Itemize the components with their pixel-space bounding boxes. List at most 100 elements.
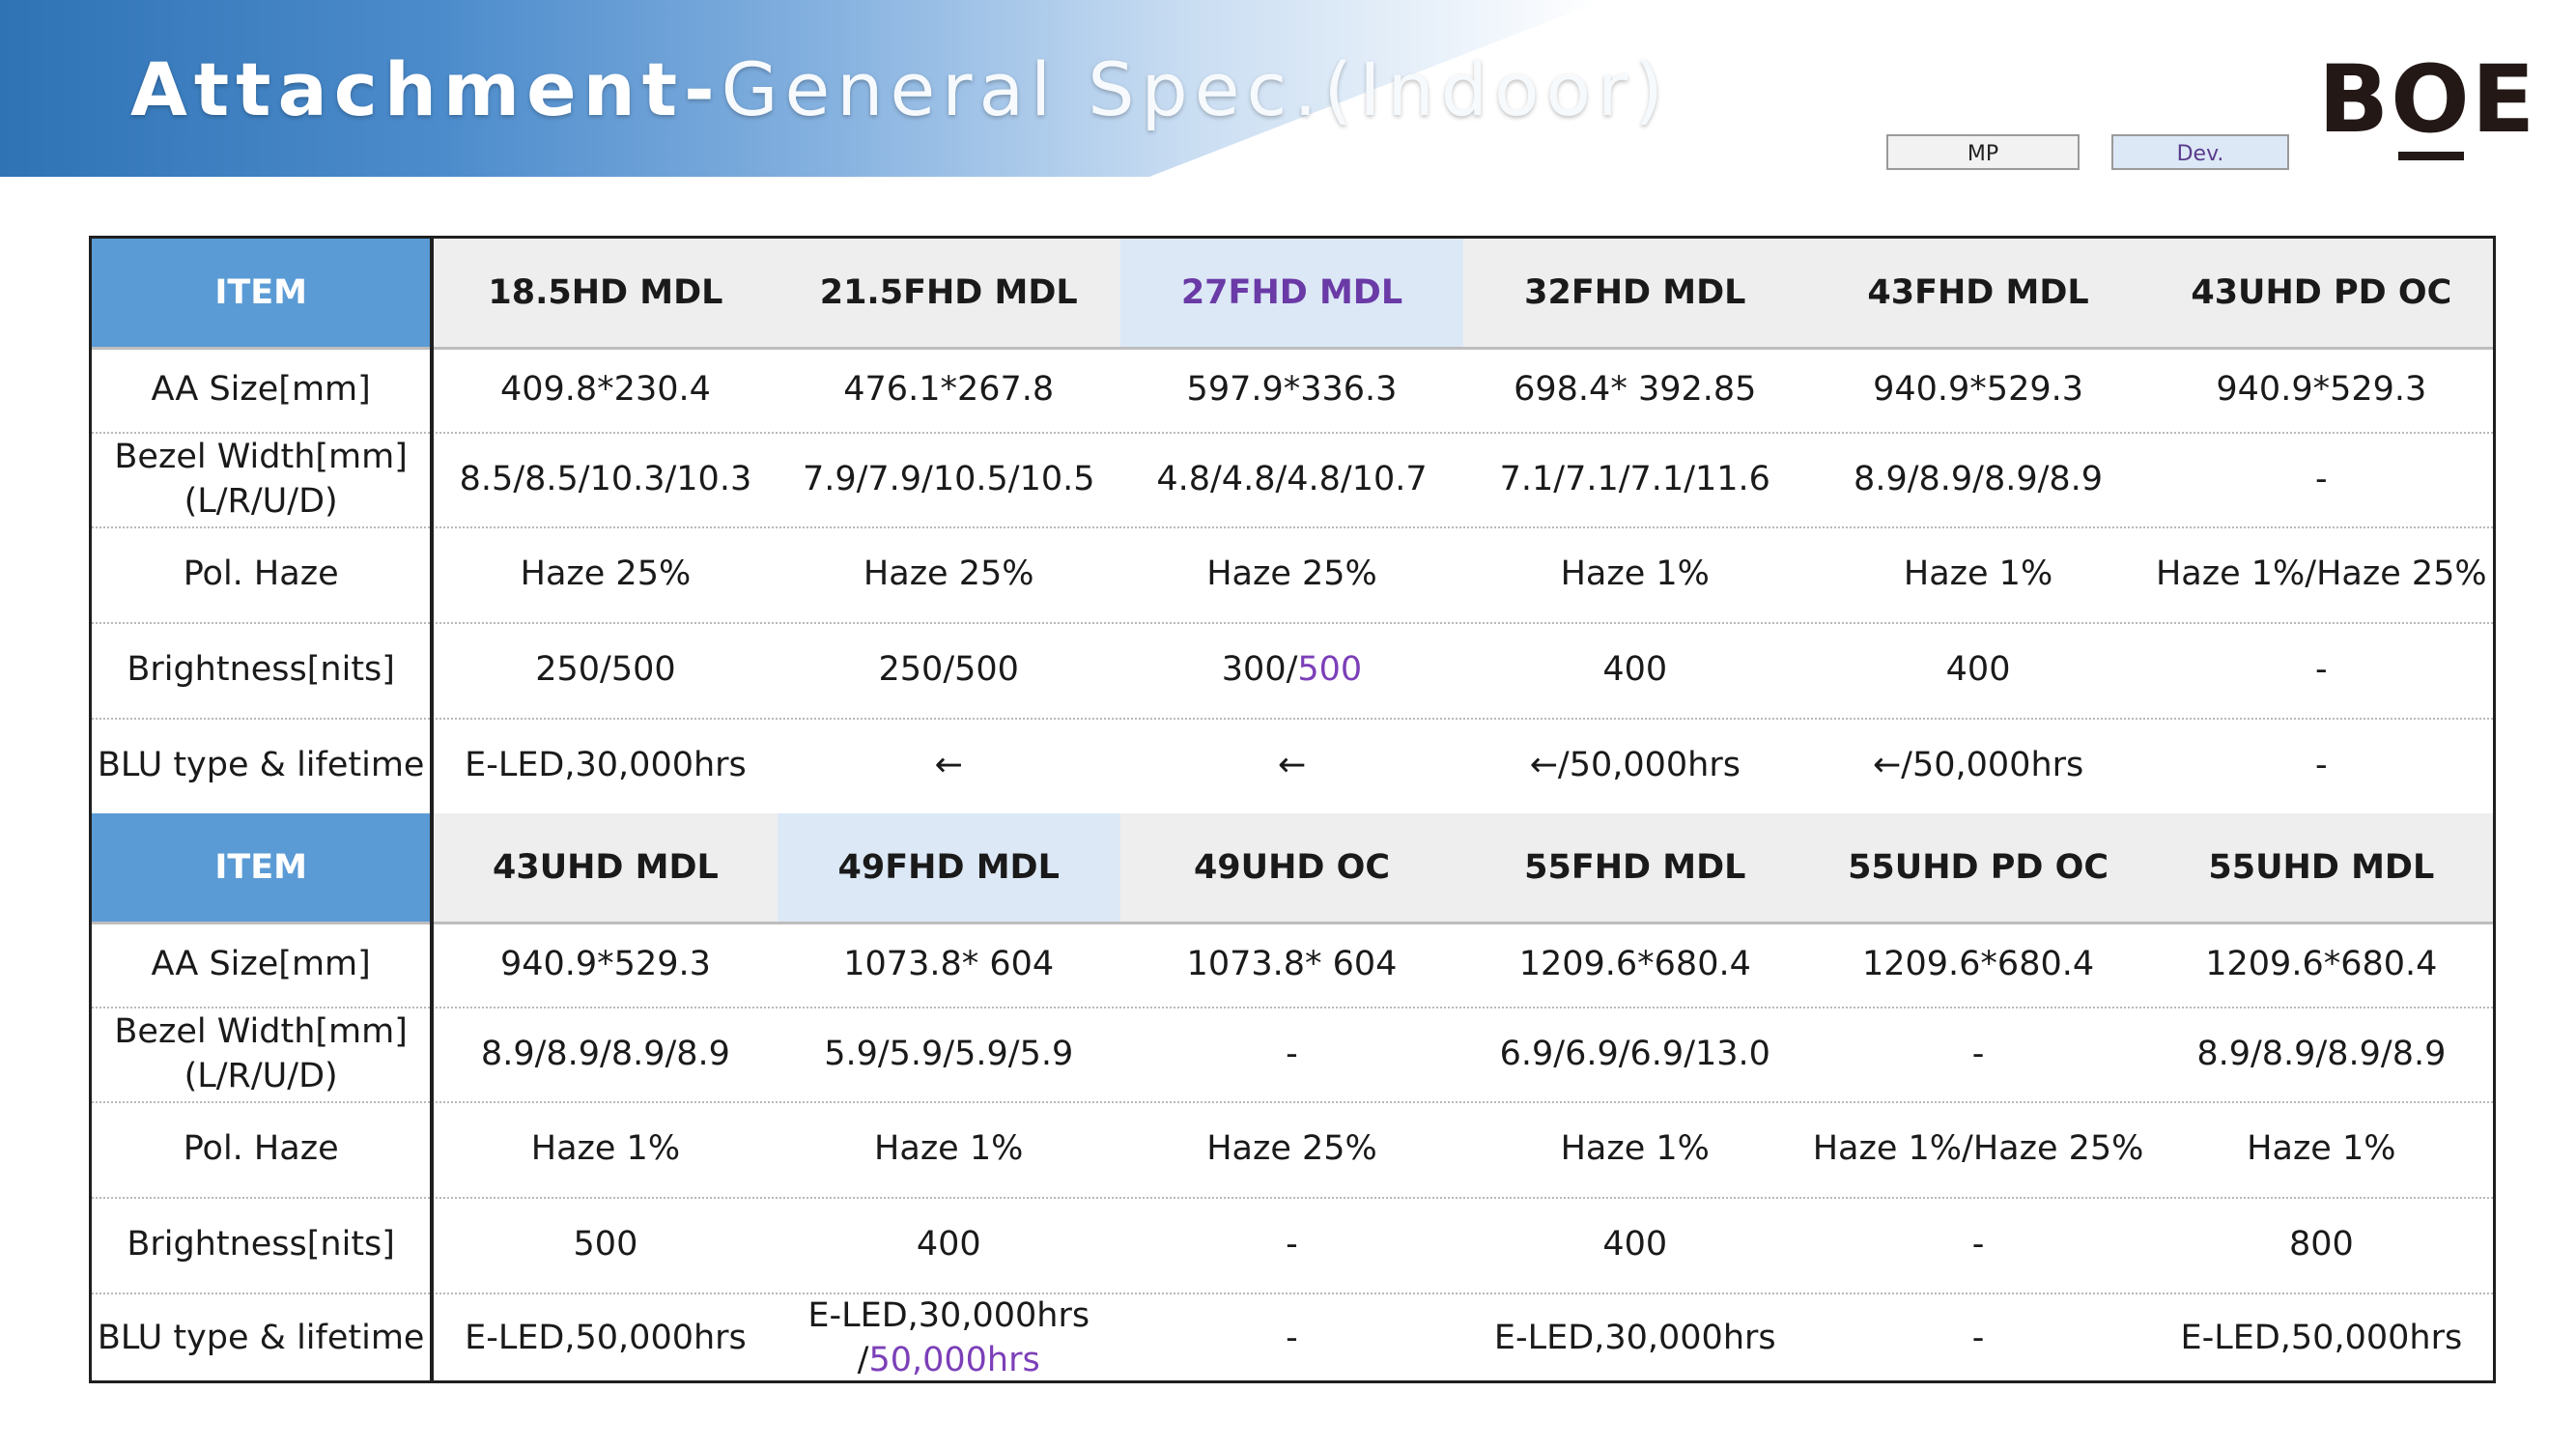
dev-value: 50,000hrs (868, 1341, 1040, 1379)
table1-item-header: ITEM (92, 239, 435, 347)
table-cell: 8.9/8.9/8.9/8.9 (1854, 459, 2104, 498)
table-cell: 940.9*529.3 (2216, 369, 2427, 409)
table-cell: Haze 1%/Haze 25% (1812, 1129, 2144, 1168)
table-cell: 476.1*267.8 (843, 369, 1055, 409)
row-label: Brightness[nits] (92, 1197, 435, 1293)
table-cell: Haze 25% (1206, 554, 1377, 593)
table-cell: - (1971, 1225, 1985, 1264)
table-cell: Haze 25% (520, 554, 692, 593)
table2-col-header: 43UHD MDL (493, 847, 719, 887)
table2-col-header: 55UHD MDL (2208, 847, 2435, 887)
table-cell: E-LED,30,000hrs (1493, 1318, 1776, 1357)
blu-split: E-LED,30,000hrs /50,000hrs (807, 1296, 1090, 1379)
row-label: Pol. Haze (92, 1101, 435, 1197)
table-cell: 1209.6*680.4 (1861, 944, 2095, 983)
table-cell: E-LED,50,000hrs (2180, 1318, 2463, 1357)
table-cell: - (2315, 459, 2328, 498)
table-cell: 597.9*336.3 (1186, 369, 1398, 409)
table-cell: 400 (1602, 1225, 1668, 1264)
table-cell: Haze 1% (874, 1129, 1024, 1168)
row-label: AA Size[mm] (92, 922, 435, 1007)
table-cell: 7.1/7.1/7.1/11.6 (1499, 459, 1770, 498)
table2-row-pol-haze: Pol. Haze Haze 1% Haze 1% Haze 25% Haze … (92, 1101, 2493, 1199)
dev-value: 500 (1297, 650, 1363, 689)
title-sub: General Spec.(Indoor) (721, 46, 1670, 132)
table1-row-brightness: Brightness[nits] 250/500 250/500 300/500… (92, 622, 2493, 720)
table-cell: 6.9/6.9/6.9/13.0 (1499, 1034, 1770, 1073)
table-cell: 8.9/8.9/8.9/8.9 (480, 1034, 730, 1073)
row-label-text: Bezel Width[mm] (L/R/U/D) (114, 438, 408, 521)
table-cell: 1209.6*680.4 (2205, 944, 2438, 983)
table-cell: 5.9/5.9/5.9/5.9 (824, 1034, 1074, 1073)
table-cell-mixed: 300/500 (1120, 622, 1463, 718)
table1-row-blu: BLU type & lifetime E-LED,30,000hrs ← ← … (92, 718, 2493, 816)
table2-item-header: ITEM (92, 813, 435, 922)
table-cell: - (2315, 746, 2328, 784)
table-cell-mixed: E-LED,30,000hrs /50,000hrs (778, 1293, 1120, 1383)
table-cell: - (1286, 1225, 1298, 1264)
table-cell: 400 (916, 1225, 981, 1264)
table-cell: 1209.6*680.4 (1518, 944, 1751, 983)
table-cell: ←/50,000hrs (1529, 746, 1741, 784)
table2-header-row: ITEM 43UHD MDL 49FHD MDL 49UHD OC 55FHD … (92, 813, 2493, 924)
page-title: Attachment-General Spec.(Indoor) (130, 37, 1670, 143)
row-label: Pol. Haze (92, 526, 435, 622)
row-label: Bezel Width[mm] (L/R/U/D) (92, 432, 435, 526)
table-cell: 940.9*529.3 (1873, 369, 2084, 409)
table2-row-blu: BLU type & lifetime E-LED,50,000hrs E-LE… (92, 1293, 2493, 1383)
table-cell: 1073.8* 604 (843, 944, 1055, 983)
row-label: BLU type & lifetime (92, 718, 435, 813)
table1-row-bezel: Bezel Width[mm] (L/R/U/D) 8.5/8.5/10.3/1… (92, 432, 2493, 528)
table-cell: 8.5/8.5/10.3/10.3 (459, 459, 752, 498)
table2-row-aa-size: AA Size[mm] 940.9*529.3 1073.8* 604 1073… (92, 922, 2493, 1009)
brightness-split: 300/500 (1221, 650, 1363, 689)
table2-col-header-dev: 49FHD MDL (777, 813, 1120, 922)
table2-row-bezel: Bezel Width[mm] (L/R/U/D) 8.9/8.9/8.9/8.… (92, 1007, 2493, 1103)
table-cell: - (1971, 1034, 1985, 1073)
logo-o-bar (2398, 152, 2464, 160)
legend-mp: MP (1886, 134, 2080, 170)
table-cell: - (1971, 1318, 1985, 1357)
table-cell: 500 (573, 1225, 638, 1264)
table2-row-brightness: Brightness[nits] 500 400 - 400 - 800 (92, 1197, 2493, 1294)
table2-col-header: 55FHD MDL (1524, 847, 1746, 887)
table2-col-header: 55UHD PD OC (1848, 847, 2109, 887)
table-cell: - (1286, 1318, 1298, 1357)
table1-col-header: 21.5FHD MDL (819, 272, 1078, 312)
table1-header-row: ITEM 18.5HD MDL 21.5FHD MDL 27FHD MDL 32… (92, 239, 2493, 350)
table-cell: 940.9*529.3 (499, 944, 711, 983)
table-cell: Haze 1% (1560, 554, 1710, 593)
table-cell: ← (1277, 746, 1307, 784)
table2-col-header: 49UHD OC (1193, 847, 1391, 887)
table1-row-pol-haze: Pol. Haze Haze 25% Haze 25% Haze 25% Haz… (92, 526, 2493, 624)
table1-col-header: 32FHD MDL (1524, 272, 1746, 312)
table-cell: E-LED,30,000hrs (465, 746, 747, 784)
table-cell: ← (934, 746, 963, 784)
table-cell: 250/500 (535, 650, 676, 689)
table-cell: Haze 1% (2247, 1129, 2396, 1168)
table1-row-aa-size: AA Size[mm] 409.8*230.4 476.1*267.8 597.… (92, 347, 2493, 434)
table1-col-header: 43FHD MDL (1867, 272, 2089, 312)
table-cell: 400 (1945, 650, 2011, 689)
row-label: Brightness[nits] (92, 622, 435, 718)
title-main: Attachment- (130, 46, 722, 132)
table-cell: 250/500 (878, 650, 1019, 689)
table-cell: 1073.8* 604 (1186, 944, 1398, 983)
table-cell: 409.8*230.4 (499, 369, 711, 409)
table-cell: 7.9/7.9/10.5/10.5 (802, 459, 1095, 498)
table1-col-header: 43UHD PD OC (2191, 272, 2452, 312)
table-cell: E-LED,50,000hrs (465, 1318, 747, 1357)
table-cell: Haze 25% (863, 554, 1034, 593)
table-cell: 4.8/4.8/4.8/10.7 (1156, 459, 1428, 498)
logo-o: O (2391, 46, 2472, 160)
boe-logo: BO E (2318, 46, 2536, 160)
table-cell: 698.4* 392.85 (1514, 369, 1757, 409)
spec-table: ITEM 18.5HD MDL 21.5FHD MDL 27FHD MDL 32… (89, 236, 2496, 1383)
table-cell: Haze 25% (1206, 1129, 1377, 1168)
table-cell: Haze 1%/Haze 25% (2155, 554, 2487, 593)
legend-dev: Dev. (2111, 134, 2289, 170)
table-cell: Haze 1% (1903, 554, 2053, 593)
table-cell: Haze 1% (1560, 1129, 1710, 1168)
table-cell: 800 (2288, 1225, 2354, 1264)
table-cell: 400 (1602, 650, 1668, 689)
